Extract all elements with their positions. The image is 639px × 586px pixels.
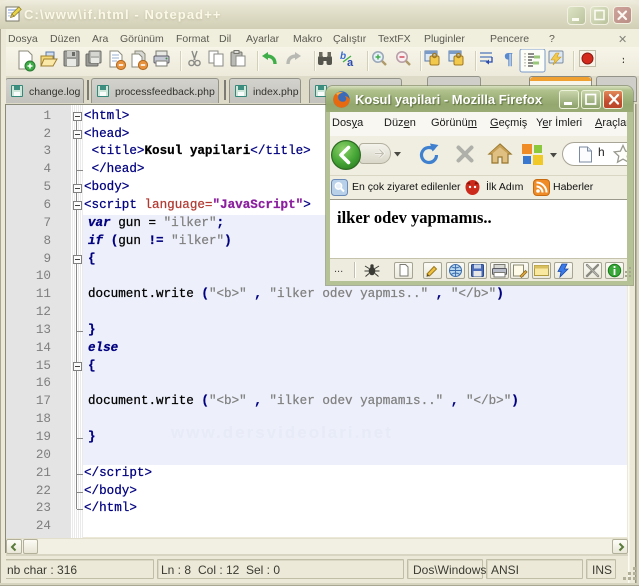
svg-text:¶: ¶ [504, 49, 513, 68]
svg-text:»: » [622, 52, 624, 67]
